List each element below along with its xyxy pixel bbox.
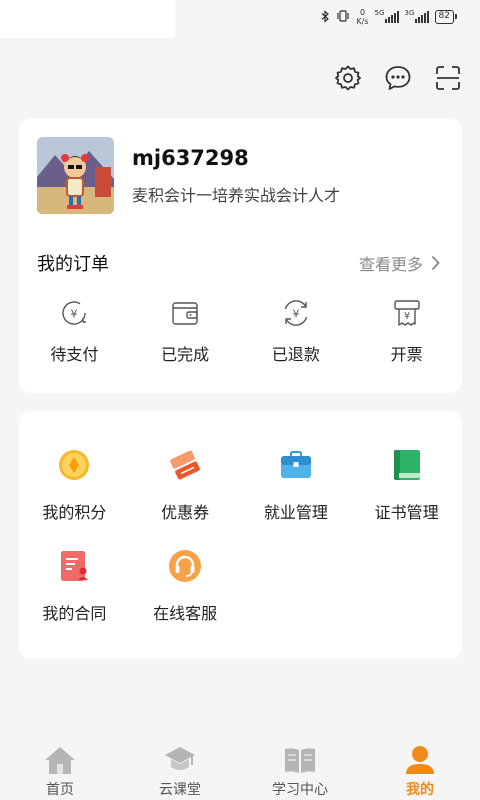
settings-button[interactable] <box>332 62 364 94</box>
signal-5g-icon: 5G <box>374 9 399 23</box>
refund-icon: ¥ <box>279 296 313 330</box>
menu-online-customer-service-label: 在线客服 <box>153 604 218 623</box>
orders-view-more-link[interactable]: 查看更多 <box>359 251 440 275</box>
username: mj637298 <box>132 146 249 170</box>
user-icon <box>403 744 437 776</box>
graduation-cap-icon <box>163 744 197 776</box>
services-card: 我的积分 优惠券 就业管理 证书管理 我的合同 在线客服 <box>19 411 462 659</box>
vibrate-icon <box>336 10 350 24</box>
menu-employment-management[interactable]: 就业管理 <box>241 447 352 523</box>
avatar[interactable] <box>37 137 114 214</box>
menu-certificate-management[interactable]: 证书管理 <box>351 447 462 523</box>
certificate-book-icon <box>389 447 425 483</box>
services-grid: 我的积分 优惠券 就业管理 证书管理 我的合同 在线客服 <box>19 447 462 624</box>
signal-3g-label: 3G <box>404 9 415 17</box>
scan-button[interactable] <box>432 62 464 94</box>
briefcase-icon <box>278 447 314 483</box>
signal-5g-label: 5G <box>374 9 385 17</box>
battery-indicator: 82 <box>434 10 458 24</box>
svg-text:¥: ¥ <box>403 311 409 322</box>
order-completed-label: 已完成 <box>161 345 210 364</box>
menu-my-contracts[interactable]: 我的合同 <box>19 548 130 624</box>
tab-home-label: 首页 <box>46 782 74 798</box>
tab-mine[interactable]: 我的 <box>360 738 480 800</box>
menu-certificate-management-label: 证书管理 <box>374 503 439 522</box>
chevron-right-icon <box>431 255 440 271</box>
order-refunded-label: 已退款 <box>271 345 320 364</box>
menu-online-customer-service[interactable]: 在线客服 <box>130 548 241 624</box>
customer-service-icon <box>167 548 203 584</box>
profile-card: mj637298 麦积会计一培养实战会计人才 我的订单 查看更多 ¥ 待支付 已… <box>19 118 462 393</box>
book-icon <box>283 744 317 776</box>
speed-value: 0 <box>359 8 366 17</box>
orders-view-more-label: 查看更多 <box>358 255 423 274</box>
messages-button[interactable] <box>382 62 414 94</box>
tab-mine-label: 我的 <box>406 782 434 798</box>
order-invoice-label: 开票 <box>390 345 423 364</box>
tab-learning-center[interactable]: 学习中心 <box>240 738 360 800</box>
tab-cloud-classroom-label: 云课堂 <box>159 782 201 798</box>
svg-text:¥: ¥ <box>292 308 299 321</box>
menu-coupons[interactable]: 优惠券 <box>130 447 241 523</box>
pending-payment-icon: ¥ <box>57 296 91 330</box>
signal-3g-icon: 3G <box>404 9 429 23</box>
order-pending-payment[interactable]: ¥ 待支付 <box>19 296 130 365</box>
status-icons: 0 K/s 5G 3G 82 <box>321 8 458 26</box>
order-completed[interactable]: 已完成 <box>130 296 241 365</box>
menu-employment-management-label: 就业管理 <box>263 503 328 522</box>
status-bar: 0 K/s 5G 3G 82 <box>0 0 480 40</box>
bluetooth-icon <box>321 9 330 25</box>
tab-cloud-classroom[interactable]: 云课堂 <box>120 738 240 800</box>
top-actions <box>332 62 464 94</box>
tab-home[interactable]: 首页 <box>0 738 120 800</box>
order-status-row: ¥ 待支付 已完成 ¥ 已退款 ¥ 开票 <box>19 296 462 365</box>
home-icon <box>43 744 77 776</box>
profile-tagline: 麦积会计一培养实战会计人才 <box>132 186 341 205</box>
contract-icon <box>56 548 92 584</box>
menu-my-contracts-label: 我的合同 <box>42 604 107 623</box>
speed-unit: K/s <box>356 17 369 26</box>
coupon-icon <box>167 447 203 483</box>
invoice-icon: ¥ <box>390 296 424 330</box>
chat-bubble-icon <box>385 66 411 90</box>
points-icon <box>56 447 92 483</box>
bottom-tab-bar: 首页 云课堂 学习中心 我的 <box>0 738 480 800</box>
gear-icon <box>335 65 361 91</box>
wallet-icon <box>168 296 202 330</box>
scan-icon <box>436 66 460 90</box>
order-invoice[interactable]: ¥ 开票 <box>351 296 462 365</box>
order-refunded[interactable]: ¥ 已退款 <box>241 296 352 365</box>
order-pending-payment-label: 待支付 <box>50 345 99 364</box>
orders-title: 我的订单 <box>37 254 109 275</box>
network-speed: 0 K/s <box>356 8 368 26</box>
status-bar-left-block <box>0 0 175 38</box>
avatar-illustration <box>37 137 114 214</box>
svg-text:¥: ¥ <box>71 308 78 321</box>
menu-my-points-label: 我的积分 <box>42 503 107 522</box>
menu-coupons-label: 优惠券 <box>161 503 210 522</box>
menu-my-points[interactable]: 我的积分 <box>19 447 130 523</box>
tab-learning-center-label: 学习中心 <box>272 782 328 798</box>
